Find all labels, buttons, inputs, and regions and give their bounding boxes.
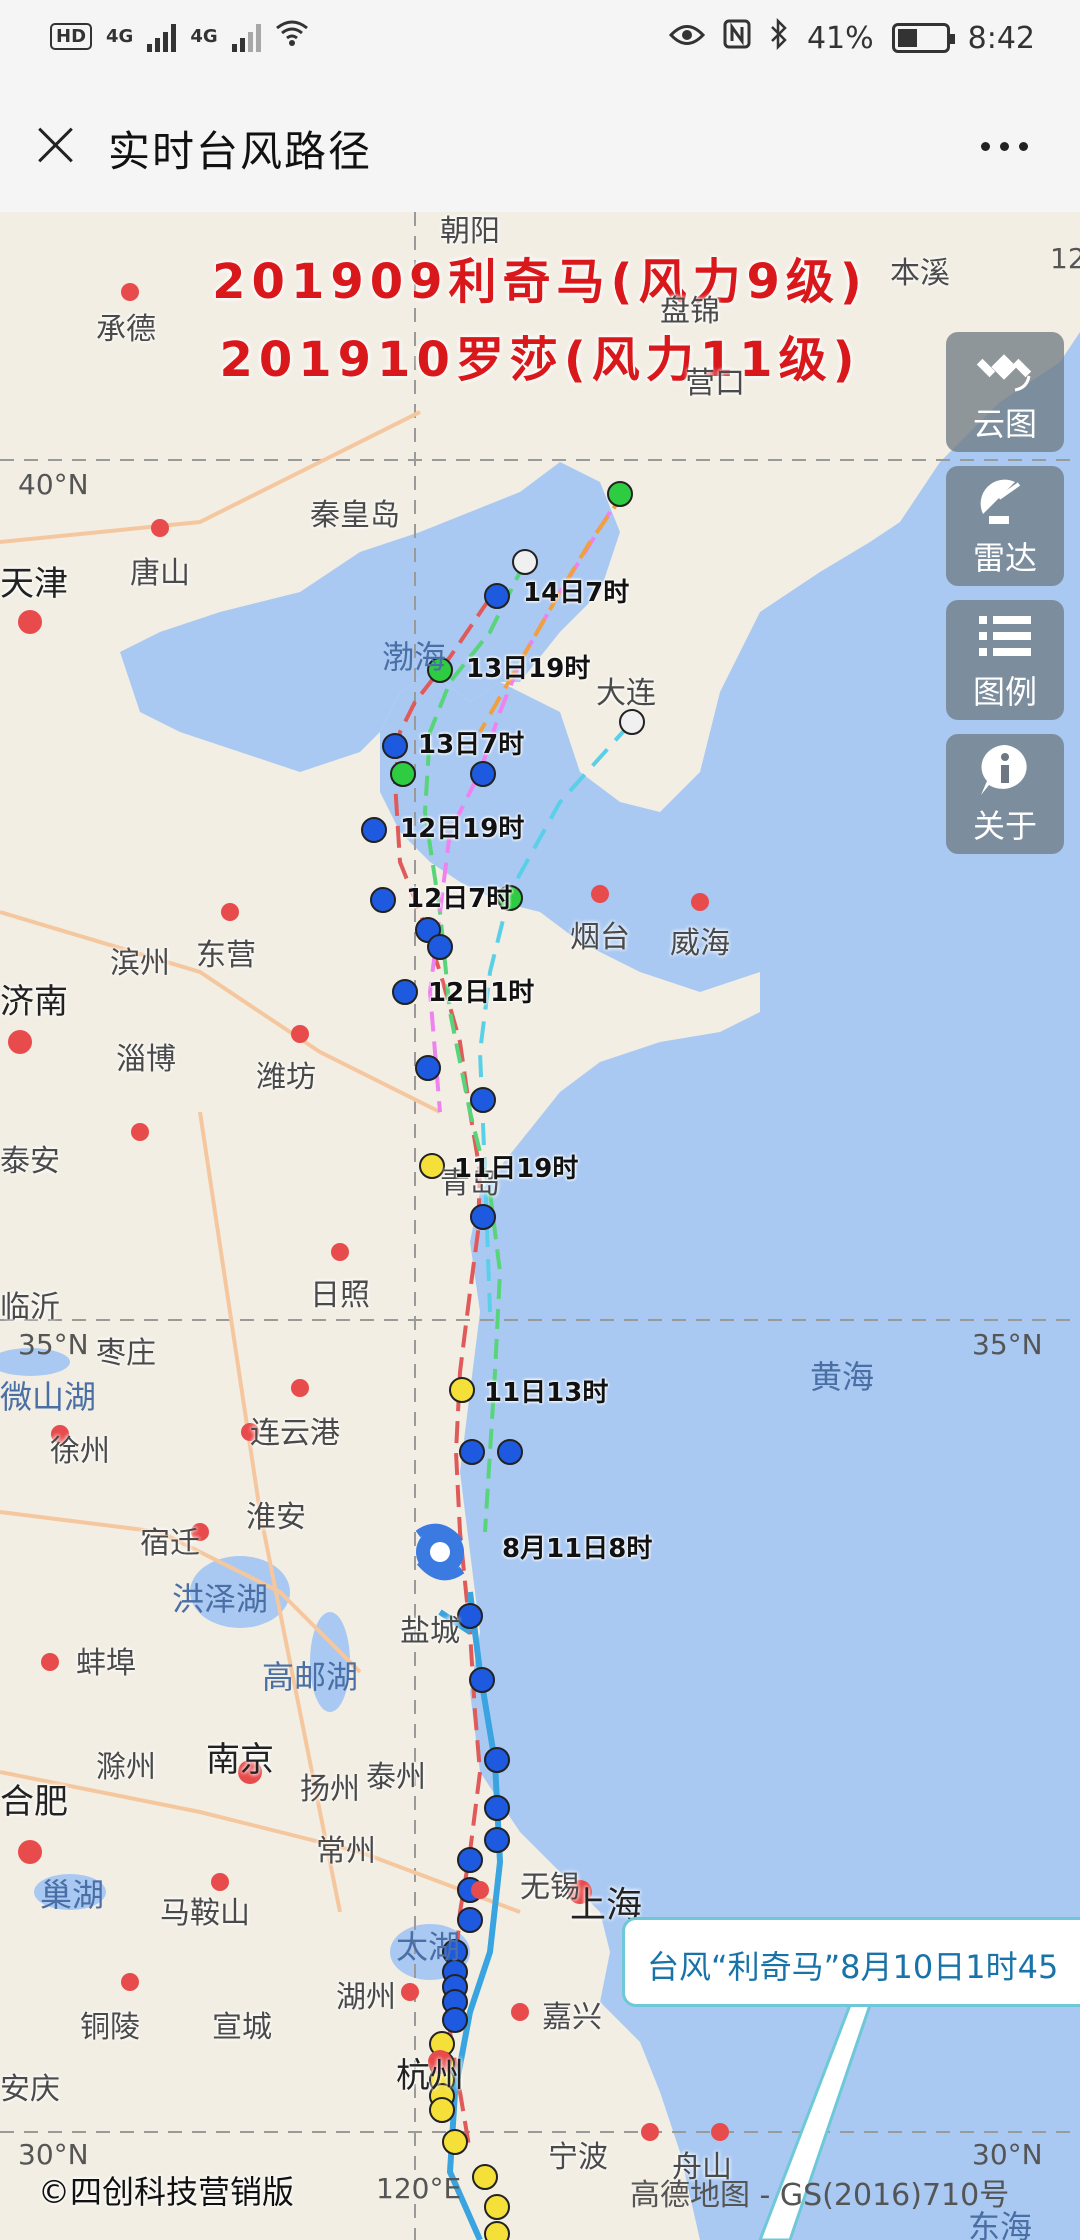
lat-label-35-left: 35°N — [18, 1328, 89, 1361]
cloud-map-button[interactable]: 云图 — [946, 332, 1064, 452]
place-label: 日照 — [310, 1278, 370, 1313]
place-label: 蚌埠 — [76, 1646, 136, 1681]
place-label: 济南 — [0, 982, 68, 1022]
page-title: 实时台风路径 — [108, 127, 373, 176]
place-label: 安庆 — [0, 2072, 60, 2107]
place-label: 威海 — [670, 926, 730, 961]
water-label: 微山湖 — [0, 1378, 97, 1416]
eye-icon — [668, 21, 705, 56]
bluetooth-icon — [769, 17, 789, 58]
place-label: 淮安 — [246, 1500, 306, 1535]
place-label: 宁波 — [548, 2140, 608, 2175]
place-label: 连云港 — [250, 1416, 340, 1451]
place-label: 淄博 — [116, 1042, 176, 1077]
lat-label-35-right: 35°N — [972, 1328, 1043, 1361]
satellite-icon — [946, 332, 1064, 404]
track-time-label: 12日1时 — [428, 978, 535, 1008]
track-time-label: 8月11日8时 — [502, 1534, 653, 1564]
network-type-a: 4G — [106, 26, 134, 47]
place-label: 合肥 — [0, 1782, 68, 1822]
water-label: 黄海 — [810, 1358, 875, 1396]
hd-voice-icon: HD — [50, 23, 93, 50]
water-label: 巢湖 — [40, 1876, 105, 1914]
place-label: 宿迁 — [140, 1526, 200, 1561]
place-label: 朝阳 — [440, 214, 500, 249]
track-time-label: 11日19时 — [454, 1154, 579, 1184]
typhoon-info-callout[interactable]: 台风“利奇马”8月10日1时45 — [622, 1917, 1080, 2007]
radar-icon — [946, 466, 1064, 538]
legend-label: 图例 — [972, 673, 1037, 711]
radar-button[interactable]: 雷达 — [946, 466, 1064, 586]
place-label: 承德 — [96, 312, 156, 347]
legend-button[interactable]: 图例 — [946, 600, 1064, 720]
place-label: 常州 — [316, 1834, 376, 1869]
place-label: 杭州 — [396, 2056, 464, 2096]
place-label: 营口 — [685, 366, 745, 401]
place-label: 天津 — [0, 564, 68, 604]
place-label: 湖州 — [336, 1980, 396, 2015]
place-label: 唐山 — [130, 556, 190, 591]
place-label: 滨州 — [110, 946, 170, 981]
more-options-icon[interactable] — [981, 142, 1028, 151]
legend-icon — [946, 600, 1064, 672]
place-label: 马鞍山 — [160, 1896, 250, 1931]
wifi-icon — [275, 18, 309, 55]
track-time-label: 14日7时 — [523, 578, 630, 608]
status-bar: HD 4G 4G 41% 8:42 — [0, 0, 1080, 82]
place-label: 泰州 — [366, 1760, 426, 1795]
map-title-line2: 201910罗莎(风力11级) — [219, 332, 861, 388]
track-time-label: 13日19时 — [466, 654, 591, 684]
signal-a-icon — [147, 22, 177, 52]
lat-label-40: 40°N — [18, 468, 89, 501]
battery-percent: 41% — [806, 20, 874, 56]
copyright-text: ©四创科技营销版 — [38, 2173, 295, 2211]
place-label: 大连 — [596, 676, 656, 711]
radar-label: 雷达 — [972, 539, 1037, 577]
nfc-icon — [723, 19, 751, 57]
place-label: 烟台 — [570, 920, 630, 955]
battery-icon — [891, 23, 955, 53]
app-header: 实时台风路径 — [0, 82, 1080, 212]
water-label: 洪泽湖 — [172, 1580, 269, 1618]
water-label: 太湖 — [396, 1928, 461, 1966]
track-time-label: 12日19时 — [400, 814, 525, 844]
lon-label-edge: 12 — [1050, 242, 1080, 275]
lon-label-120: 120°E — [376, 2172, 462, 2205]
water-label: 渤海 — [382, 638, 447, 676]
place-label: 本溪 — [890, 256, 950, 291]
place-label: 泰安 — [0, 1144, 60, 1179]
clock: 8:42 — [967, 20, 1035, 56]
water-label: 高邮湖 — [262, 1658, 359, 1696]
place-label: 嘉兴 — [542, 2000, 602, 2035]
typhoon-map[interactable]: 201909利奇马(风力9级) 201910罗莎(风力11级) 朝阳 本溪 承德… — [0, 212, 1080, 2240]
place-label: 临沂 — [0, 1290, 60, 1325]
place-label: 扬州 — [300, 1772, 360, 1807]
about-button[interactable]: 关于 — [946, 734, 1064, 854]
place-label: 秦皇岛 — [310, 498, 400, 533]
place-label: 徐州 — [50, 1434, 110, 1469]
place-label: 枣庄 — [96, 1336, 156, 1371]
track-time-label: 11日13时 — [484, 1378, 609, 1408]
place-label: 潍坊 — [256, 1060, 316, 1095]
map-attribution: 高德地图 - GS(2016)710号 — [630, 2178, 1010, 2213]
place-label: 铜陵 — [80, 2010, 140, 2045]
place-label: 盘锦 — [660, 294, 720, 329]
track-time-label: 12日7时 — [406, 884, 513, 914]
lat-label-30-right: 30°N — [972, 2138, 1043, 2171]
place-label: 宣城 — [212, 2010, 272, 2045]
close-icon[interactable] — [30, 120, 80, 170]
place-label: 盐城 — [400, 1614, 460, 1649]
place-label: 南京 — [206, 1740, 274, 1780]
track-time-label: 13日7时 — [418, 730, 525, 760]
typhoon-icon — [415, 1523, 465, 1581]
cloud-map-label: 云图 — [972, 405, 1037, 443]
place-label: 滁州 — [96, 1750, 156, 1785]
network-type-b: 4G — [190, 26, 218, 47]
place-label: 东营 — [196, 938, 256, 973]
signal-b-icon — [231, 22, 261, 52]
info-icon — [946, 734, 1064, 806]
about-label: 关于 — [972, 807, 1037, 845]
